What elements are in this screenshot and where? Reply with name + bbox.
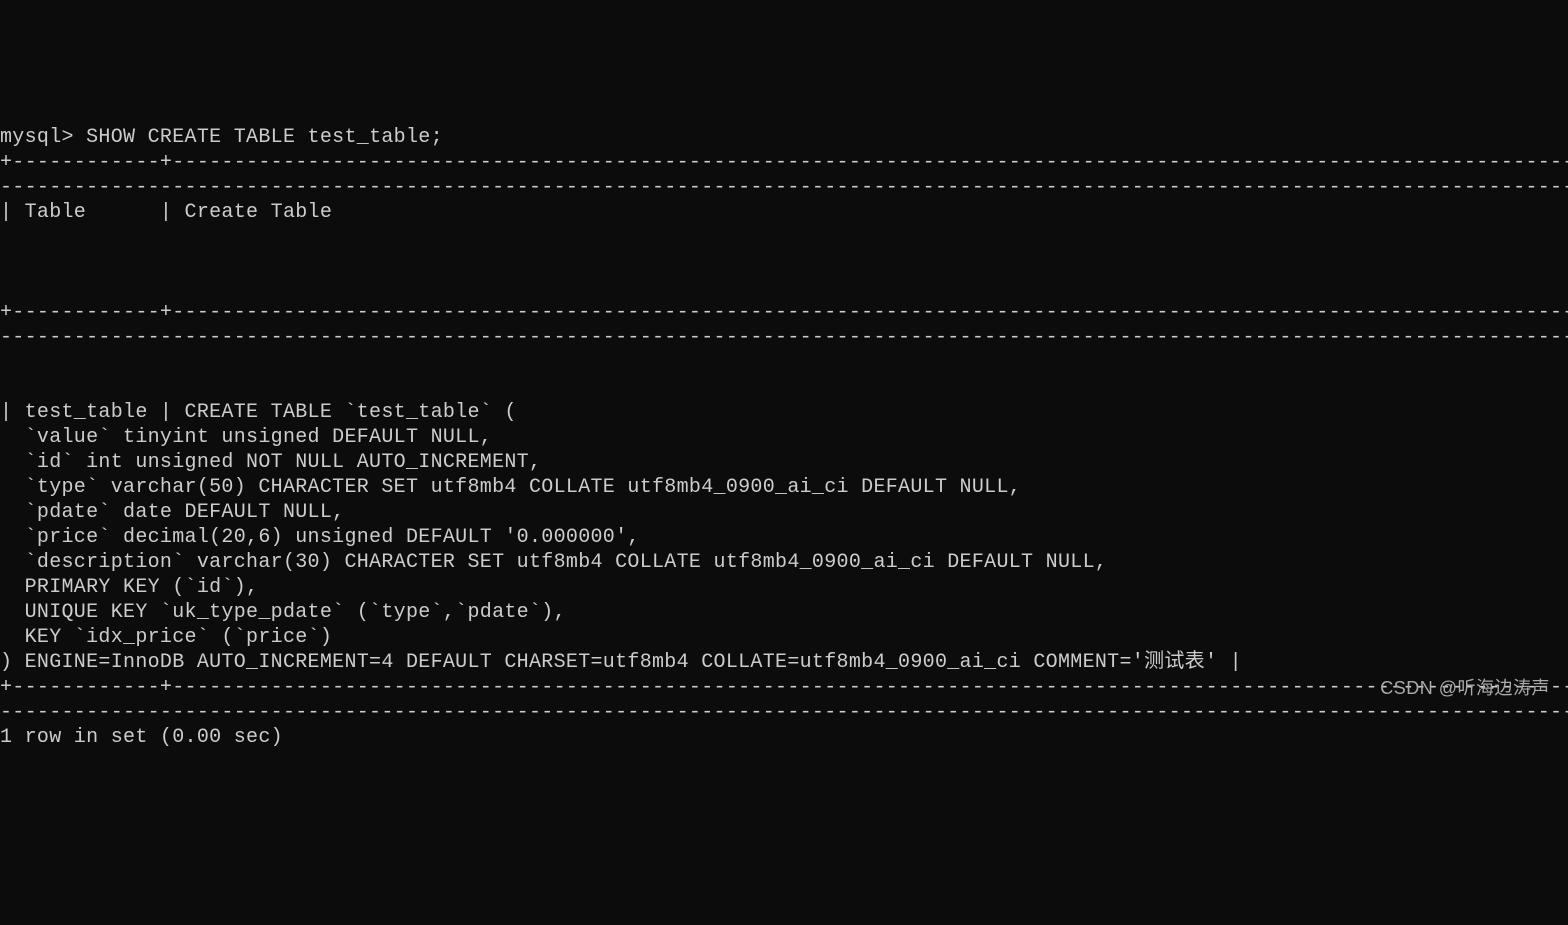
table-border-bot-2: ----------------------------------------… — [0, 701, 1568, 724]
create-table-line-8: PRIMARY KEY (`id`), — [0, 576, 258, 599]
create-table-line-3: `id` int unsigned NOT NULL AUTO_INCREMEN… — [0, 451, 541, 474]
command: SHOW CREATE TABLE test_table; — [86, 126, 443, 149]
result-line: 1 row in set (0.00 sec) — [0, 726, 283, 749]
table-border-mid-1: +------------+--------------------------… — [0, 301, 1568, 324]
create-table-line-11: ) ENGINE=InnoDB AUTO_INCREMENT=4 DEFAULT… — [0, 651, 1242, 674]
create-table-line-5: `pdate` date DEFAULT NULL, — [0, 501, 344, 524]
table-border-bot-1: +------------+--------------------------… — [0, 676, 1568, 699]
create-table-line-6: `price` decimal(20,6) unsigned DEFAULT '… — [0, 526, 640, 549]
table-border-top-1: +------------+--------------------------… — [0, 151, 1568, 174]
table-border-top-2: ----------------------------------------… — [0, 176, 1568, 199]
create-table-line-4: `type` varchar(50) CHARACTER SET utf8mb4… — [0, 476, 1021, 499]
create-table-line-10: KEY `idx_price` (`price`) — [0, 626, 332, 649]
create-table-line-1: | test_table | CREATE TABLE `test_table`… — [0, 401, 517, 424]
watermark: CSDN @听海边涛声 — [1380, 677, 1550, 700]
mysql-terminal[interactable]: mysql> SHOW CREATE TABLE test_table; +--… — [0, 100, 1568, 750]
table-header-row: | Table | Create Table — [0, 201, 332, 224]
table-header-spacer: | — [0, 276, 1568, 299]
table-border-mid-2: ----------------------------------------… — [0, 326, 1568, 349]
create-table-line-2: `value` tinyint unsigned DEFAULT NULL, — [0, 426, 492, 449]
prompt: mysql> — [0, 126, 86, 149]
create-table-line-7: `description` varchar(30) CHARACTER SET … — [0, 551, 1107, 574]
prompt-line: mysql> SHOW CREATE TABLE test_table; — [0, 126, 443, 149]
create-table-line-9: UNIQUE KEY `uk_type_pdate` (`type`,`pdat… — [0, 601, 566, 624]
